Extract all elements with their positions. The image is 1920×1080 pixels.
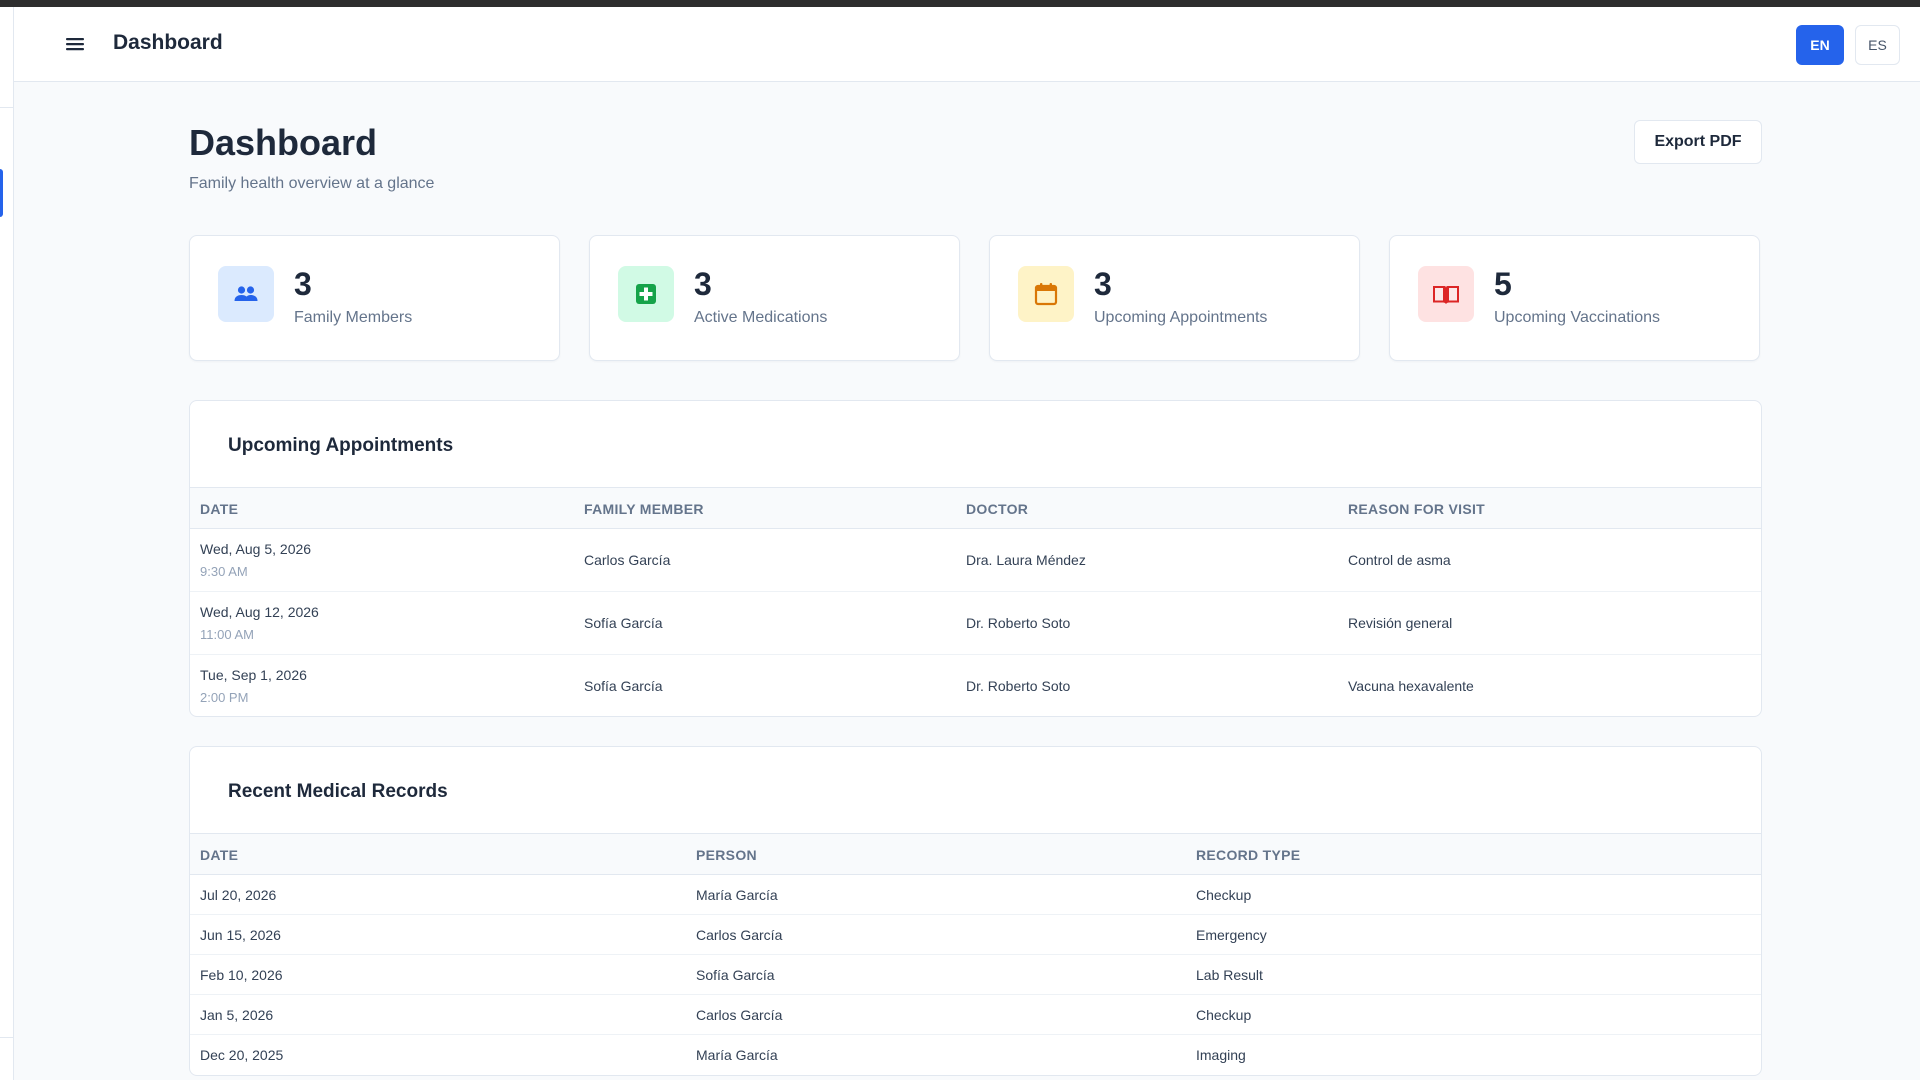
- table-row[interactable]: Jul 20, 2026 María García Checkup: [190, 875, 1761, 915]
- record-person: Carlos García: [696, 927, 783, 943]
- page-subtitle: Family health overview at a glance: [189, 175, 435, 192]
- table-row[interactable]: Dec 20, 2025 María García Imaging: [190, 1035, 1761, 1075]
- record-date: Jun 15, 2026: [200, 927, 281, 943]
- stat-label: Upcoming Appointments: [1094, 309, 1268, 326]
- appointment-reason: Control de asma: [1348, 552, 1451, 568]
- calendar-icon: [1018, 266, 1074, 322]
- column-header-doctor[interactable]: DOCTOR: [966, 501, 1028, 517]
- recent-medical-records-panel: Recent Medical Records DATE PERSON RECOR…: [189, 746, 1762, 1076]
- appointment-date: Wed, Aug 5, 2026: [200, 541, 312, 557]
- column-header-record-type[interactable]: RECORD TYPE: [1196, 847, 1300, 863]
- record-type: Lab Result: [1196, 967, 1263, 983]
- appointment-time: 2:00 PM: [200, 690, 249, 705]
- appointment-member: Carlos García: [584, 552, 671, 568]
- language-es-button[interactable]: ES: [1855, 25, 1900, 65]
- panel-title: Upcoming Appointments: [228, 435, 454, 456]
- sidebar-divider: [0, 1037, 13, 1038]
- sidebar-divider: [0, 107, 13, 108]
- window-top-strip: [0, 0, 1920, 7]
- appointment-doctor: Dr. Roberto Soto: [966, 615, 1071, 631]
- appointment-member: Sofía García: [584, 615, 663, 631]
- appointment-doctor: Dr. Roberto Soto: [966, 678, 1071, 694]
- header-title: Dashboard: [113, 31, 223, 54]
- record-type: Imaging: [1196, 1047, 1246, 1063]
- stat-card-family-members[interactable]: 3 Family Members: [189, 235, 560, 361]
- hamburger-menu-icon: [66, 38, 84, 51]
- stat-card-active-medications[interactable]: 3 Active Medications: [589, 235, 960, 361]
- stat-card-upcoming-vaccinations[interactable]: 5 Upcoming Vaccinations: [1389, 235, 1760, 361]
- table-header: DATE FAMILY MEMBER DOCTOR REASON FOR VIS…: [190, 487, 1761, 529]
- stat-value: 5: [1494, 266, 1512, 302]
- table-row[interactable]: Wed, Aug 12, 2026 11:00 AM Sofía García …: [190, 592, 1761, 655]
- stat-label: Family Members: [294, 309, 413, 326]
- record-date: Feb 10, 2026: [200, 967, 283, 983]
- table-row[interactable]: Jan 5, 2026 Carlos García Checkup: [190, 995, 1761, 1035]
- stat-value: 3: [694, 266, 712, 302]
- appointment-member: Sofía García: [584, 678, 663, 694]
- record-type: Checkup: [1196, 887, 1252, 903]
- column-header-family-member[interactable]: FAMILY MEMBER: [584, 501, 704, 517]
- upcoming-appointments-panel: Upcoming Appointments DATE FAMILY MEMBER…: [189, 400, 1762, 717]
- appointment-time: 9:30 AM: [200, 564, 248, 579]
- appointment-time: 11:00 AM: [200, 627, 254, 642]
- medical-cross-icon: [618, 266, 674, 322]
- record-date: Jul 20, 2026: [200, 887, 277, 903]
- appointment-reason: Revisión general: [1348, 615, 1453, 631]
- top-header: Dashboard EN ES: [14, 7, 1920, 82]
- record-type: Emergency: [1196, 927, 1267, 943]
- export-pdf-button[interactable]: Export PDF: [1634, 120, 1762, 164]
- stat-card-upcoming-appointments[interactable]: 3 Upcoming Appointments: [989, 235, 1360, 361]
- record-person: María García: [696, 887, 778, 903]
- people-icon: [218, 266, 274, 322]
- record-type: Checkup: [1196, 1007, 1252, 1023]
- stat-value: 3: [294, 266, 312, 302]
- appointment-date: Tue, Sep 1, 2026: [200, 667, 307, 683]
- sidebar-active-indicator[interactable]: [0, 169, 3, 217]
- column-header-reason[interactable]: REASON FOR VISIT: [1348, 501, 1485, 517]
- appointment-reason: Vacuna hexavalente: [1348, 678, 1474, 694]
- record-date: Jan 5, 2026: [200, 1007, 274, 1023]
- table-row[interactable]: Tue, Sep 1, 2026 2:00 PM Sofía García Dr…: [190, 655, 1761, 716]
- table-header: DATE PERSON RECORD TYPE: [190, 833, 1761, 875]
- menu-toggle-button[interactable]: [58, 27, 92, 61]
- sidebar-collapsed: [0, 7, 14, 1080]
- record-person: Sofía García: [696, 967, 775, 983]
- column-header-date[interactable]: DATE: [200, 847, 238, 863]
- table-row[interactable]: Wed, Aug 5, 2026 9:30 AM Carlos García D…: [190, 529, 1761, 592]
- record-person: Carlos García: [696, 1007, 783, 1023]
- stat-label: Upcoming Vaccinations: [1494, 309, 1661, 326]
- appointment-doctor: Dra. Laura Méndez: [966, 552, 1086, 568]
- table-row[interactable]: Jun 15, 2026 Carlos García Emergency: [190, 915, 1761, 955]
- stat-value: 3: [1094, 266, 1112, 302]
- record-person: María García: [696, 1047, 778, 1063]
- column-header-date[interactable]: DATE: [200, 501, 238, 517]
- column-header-person[interactable]: PERSON: [696, 847, 757, 863]
- stat-label: Active Medications: [694, 309, 828, 326]
- book-icon: [1418, 266, 1474, 322]
- page-title: Dashboard: [189, 122, 378, 163]
- appointment-date: Wed, Aug 12, 2026: [200, 604, 319, 620]
- language-en-button[interactable]: EN: [1796, 25, 1844, 65]
- panel-title: Recent Medical Records: [228, 781, 448, 802]
- table-row[interactable]: Feb 10, 2026 Sofía García Lab Result: [190, 955, 1761, 995]
- record-date: Dec 20, 2025: [200, 1047, 284, 1063]
